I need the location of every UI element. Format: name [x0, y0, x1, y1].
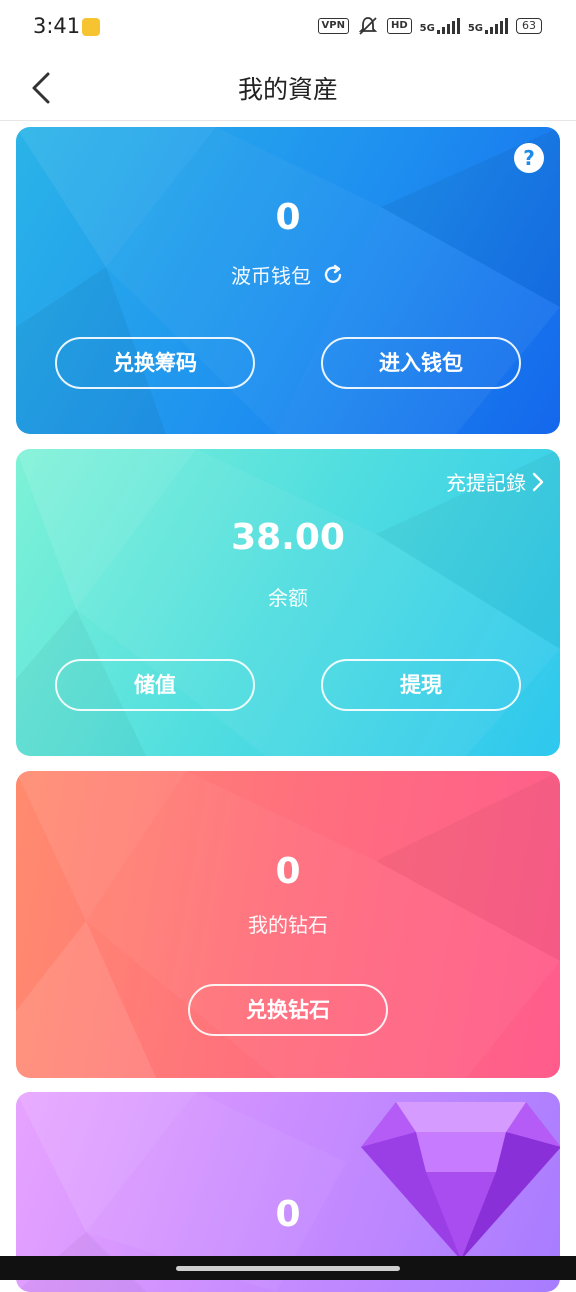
status-bar: 3:41 VPN HD 5G 5G 63	[0, 0, 576, 56]
wallet-card: ? 0 波币钱包 兑换筹码 进入钱包	[16, 127, 560, 434]
help-button[interactable]: ?	[514, 143, 544, 173]
exchange-diamond-button[interactable]: 兑换钻石	[188, 984, 388, 1036]
net-label-2: 5G	[467, 23, 483, 34]
status-time: 3:41	[33, 14, 81, 38]
deposit-button[interactable]: 储值	[55, 659, 255, 711]
diamond-gem-icon	[361, 1102, 560, 1260]
enter-wallet-button[interactable]: 进入钱包	[321, 337, 521, 389]
refresh-icon[interactable]	[321, 263, 345, 287]
mute-icon	[358, 17, 378, 35]
signal-icon-2: 5G	[468, 18, 508, 34]
gem-value: 0	[275, 1194, 301, 1235]
page-title: 我的資産	[237, 75, 338, 104]
chevron-right-icon	[532, 472, 544, 491]
notification-icon	[82, 18, 100, 36]
records-link[interactable]: 充提記錄	[446, 467, 544, 496]
navigation-bar: 我的資産	[0, 56, 576, 121]
battery-icon: 63	[516, 18, 542, 34]
wallet-balance-value: 0	[275, 197, 301, 238]
records-label: 充提記錄	[446, 471, 526, 495]
status-icons: VPN HD 5G 5G 63	[317, 16, 542, 36]
balance-label: 余额	[268, 586, 308, 610]
balance-value: 38.00	[231, 517, 345, 558]
diamond-label: 我的钻石	[248, 913, 328, 937]
signal-icon-1: 5G	[420, 18, 460, 34]
withdraw-button[interactable]: 提現	[321, 659, 521, 711]
exchange-chips-button[interactable]: 兑换筹码	[55, 337, 255, 389]
net-label-1: 5G	[419, 23, 435, 34]
balance-card: 充提記錄 38.00 余额 储值 提現	[16, 449, 560, 756]
diamond-value: 0	[275, 851, 301, 892]
question-mark-icon: ?	[523, 146, 535, 170]
home-indicator[interactable]	[176, 1266, 400, 1271]
diamond-card: 0 我的钻石 兑换钻石	[16, 771, 560, 1078]
wallet-label: 波币钱包	[231, 264, 311, 288]
hd-icon: HD	[386, 18, 412, 34]
wallet-label-row: 波币钱包	[16, 260, 560, 289]
vpn-icon: VPN	[317, 18, 349, 34]
